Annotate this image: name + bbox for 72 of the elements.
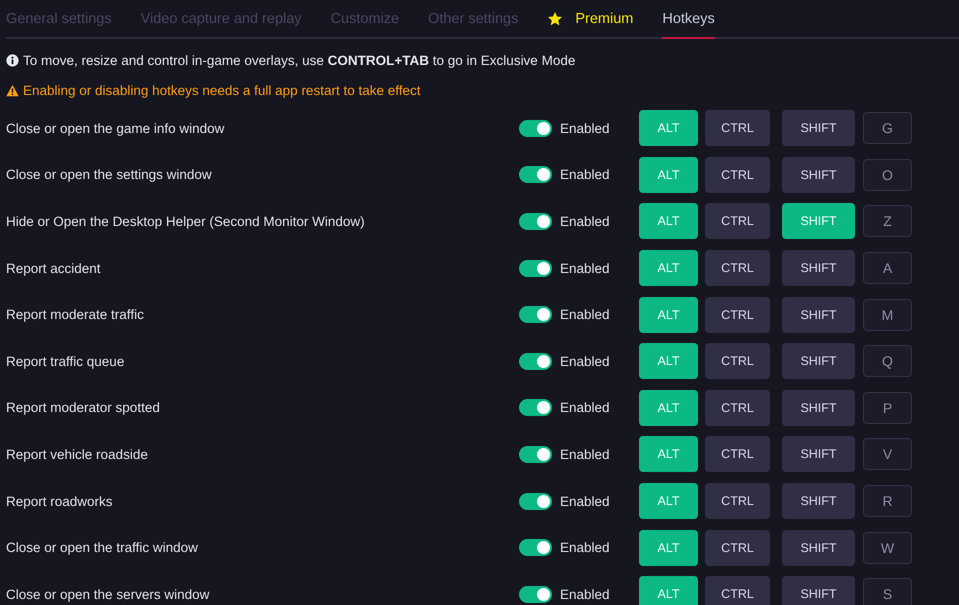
hotkey-label: Report roadworks xyxy=(6,494,114,509)
toggle-switch[interactable] xyxy=(519,166,552,184)
hotkey-label: Report accident xyxy=(6,260,102,276)
notice-text: Enabling or disabling hotkeys needs a full app restart to take effect xyxy=(23,82,420,98)
modifier-key-button[interactable]: SHIFT xyxy=(782,436,855,472)
key-button[interactable]: M xyxy=(863,298,912,331)
key-button[interactable]: S xyxy=(863,578,912,605)
toggle-status: Enabled xyxy=(560,586,611,602)
toggle-status: Enabled xyxy=(560,120,611,136)
modifier-key-button[interactable]: CTRL xyxy=(705,576,770,605)
tab[interactable]: Hotkeys xyxy=(662,0,715,39)
key-button[interactable]: V xyxy=(863,438,912,470)
toggle-status: Enabled xyxy=(560,260,611,276)
toggle-switch[interactable] xyxy=(519,492,552,510)
modifier-key-button[interactable]: CTRL xyxy=(705,390,770,426)
tab[interactable]: Premium xyxy=(547,0,634,39)
toggle-status: Enabled xyxy=(560,540,611,556)
modifier-key-button[interactable]: CTRL xyxy=(705,483,770,520)
key-button[interactable]: P xyxy=(863,392,912,424)
key-button[interactable]: Z xyxy=(863,205,912,238)
toggle-status: Enabled xyxy=(560,400,611,416)
toggle-status: Enabled xyxy=(560,446,611,462)
modifier-key-button[interactable]: CTRL xyxy=(705,296,770,333)
hotkey-label: Close or open the settings window xyxy=(6,167,213,182)
modifier-key-button[interactable]: SHIFT xyxy=(782,390,855,426)
modifier-key-button[interactable]: CTRL xyxy=(705,156,770,193)
hotkey-label: Close or open the servers window xyxy=(6,586,210,602)
toggle-status: Enabled xyxy=(560,494,611,509)
toggle-switch[interactable] xyxy=(519,212,552,230)
hotkey-label: Report moderate traffic xyxy=(6,307,145,322)
modifier-key-button[interactable]: SHIFT xyxy=(782,576,855,605)
key-button[interactable]: O xyxy=(863,158,912,191)
toggle-status: Enabled xyxy=(560,354,611,369)
toggle-switch[interactable] xyxy=(519,306,552,324)
modifier-key-button[interactable]: SHIFT xyxy=(782,110,855,146)
hotkey-label: Report vehicle roadside xyxy=(6,446,149,462)
toggle-switch[interactable] xyxy=(519,586,552,603)
modifier-key-button[interactable]: CTRL xyxy=(705,203,770,240)
hotkey-label: Close or open the game info window xyxy=(6,120,226,136)
toggle-status: Enabled xyxy=(560,167,611,182)
hotkey-label: Hide or Open the Desktop Helper (Second Monitor Window) xyxy=(6,214,366,229)
toggle-switch[interactable] xyxy=(519,539,552,556)
modifier-key-button[interactable]: SHIFT xyxy=(782,296,855,333)
key-button[interactable]: A xyxy=(863,252,912,284)
warning-icon xyxy=(6,84,19,96)
hotkey-label: Close or open the traffic window xyxy=(6,540,199,556)
toggle-switch[interactable] xyxy=(519,260,552,277)
modifier-key-button[interactable]: SHIFT xyxy=(782,483,855,520)
hotkey-label: Report traffic queue xyxy=(6,354,126,369)
toggle-status: Enabled xyxy=(560,307,611,322)
modifier-key-button[interactable]: CTRL xyxy=(705,530,770,566)
modifier-key-button[interactable]: SHIFT xyxy=(782,156,855,193)
modifier-key-button[interactable]: CTRL xyxy=(705,436,770,472)
modifier-key-button[interactable]: SHIFT xyxy=(782,343,855,380)
key-button[interactable]: W xyxy=(863,532,912,564)
modifier-key-button[interactable]: SHIFT xyxy=(782,250,855,286)
star-icon xyxy=(547,11,564,27)
info-icon xyxy=(6,54,19,66)
toggle-switch[interactable] xyxy=(519,399,552,416)
key-button[interactable]: G xyxy=(863,112,912,144)
key-button[interactable]: R xyxy=(863,485,912,518)
modifier-key-button[interactable]: SHIFT xyxy=(782,530,855,566)
modifier-key-button[interactable]: CTRL xyxy=(705,343,770,380)
toggle-switch[interactable] xyxy=(519,446,552,463)
hotkey-label: Report moderator spotted xyxy=(6,400,161,416)
toggle-status: Enabled xyxy=(560,214,611,229)
toggle-switch[interactable] xyxy=(519,120,552,137)
notice-text: To move, resize and control in-game overlays, use CONTROL+TAB to go in Exclusive Mode xyxy=(23,52,576,68)
key-button[interactable]: Q xyxy=(863,345,912,378)
modifier-key-button[interactable]: CTRL xyxy=(705,110,770,146)
toggle-switch[interactable] xyxy=(519,352,552,370)
modifier-key-button[interactable]: CTRL xyxy=(705,250,770,286)
